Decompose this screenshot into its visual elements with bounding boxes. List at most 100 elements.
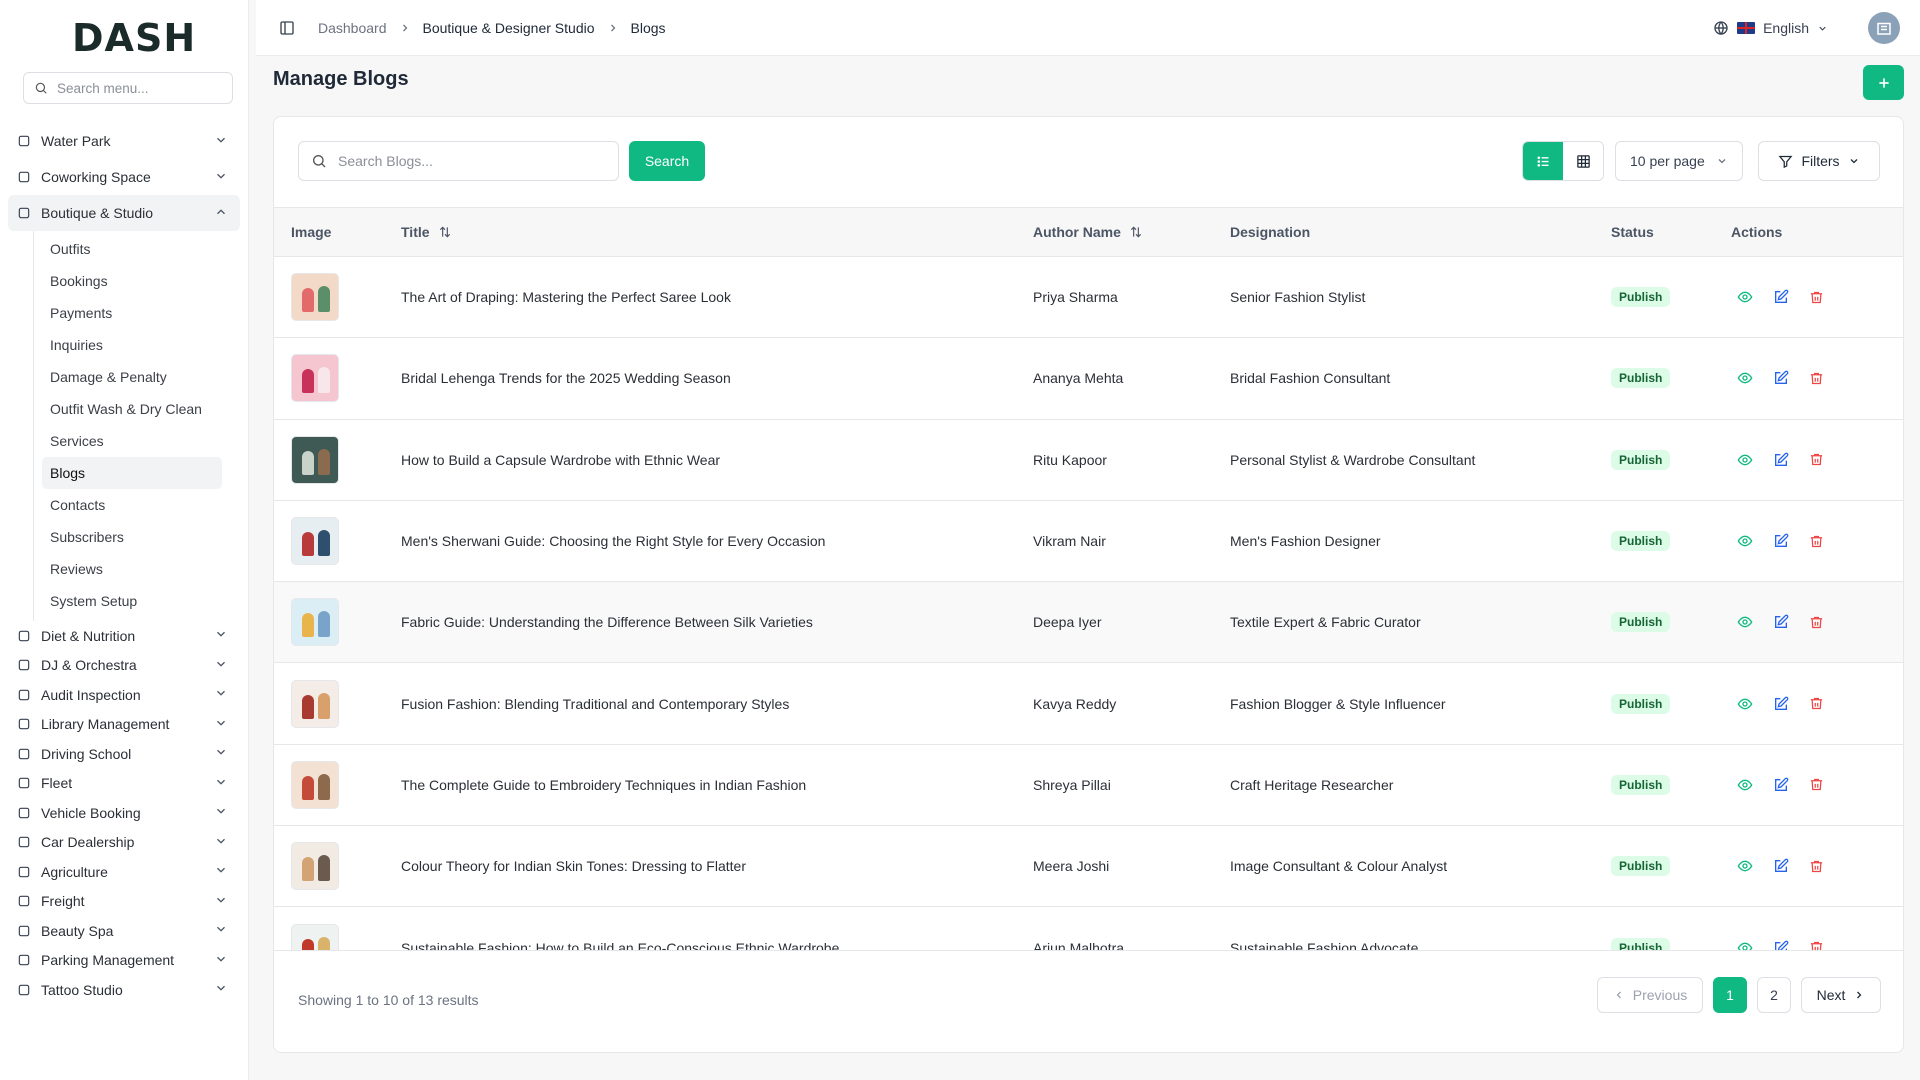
submenu-item-blogs[interactable]: Blogs: [42, 457, 222, 489]
title-cell[interactable]: Sustainable Fashion: How to Build an Eco…: [401, 907, 839, 950]
sidebar-item-vehicle-booking[interactable]: Vehicle Booking: [8, 798, 240, 828]
view-icon[interactable]: [1736, 533, 1753, 550]
sidebar-item-fleet[interactable]: Fleet: [8, 769, 240, 799]
delete-icon[interactable]: [1808, 451, 1825, 468]
grid-view-button[interactable]: [1563, 142, 1603, 180]
edit-icon[interactable]: [1772, 858, 1789, 875]
submenu-item-outfit-wash-dry-clean[interactable]: Outfit Wash & Dry Clean: [42, 393, 222, 425]
next-page-button[interactable]: Next: [1801, 977, 1881, 1013]
title-cell[interactable]: The Art of Draping: Mastering the Perfec…: [401, 257, 731, 337]
breadcrumb-dashboard[interactable]: Dashboard: [318, 20, 387, 36]
filters-button[interactable]: Filters: [1758, 141, 1880, 181]
title-cell[interactable]: Bridal Lehenga Trends for the 2025 Weddi…: [401, 338, 731, 418]
sidebar-item-library-management[interactable]: Library Management: [8, 710, 240, 740]
view-icon[interactable]: [1736, 451, 1753, 468]
table-row[interactable]: The Art of Draping: Mastering the Perfec…: [274, 257, 1903, 339]
view-icon[interactable]: [1736, 289, 1753, 306]
view-icon[interactable]: [1736, 614, 1753, 631]
language-selector[interactable]: English: [1713, 20, 1828, 36]
search-button[interactable]: Search: [629, 141, 705, 181]
sidebar-item-water-park[interactable]: Water Park: [8, 123, 240, 159]
page-2-button[interactable]: 2: [1757, 977, 1791, 1013]
sidebar-item-beauty-spa[interactable]: Beauty Spa: [8, 916, 240, 946]
column-author[interactable]: Author Name: [1033, 224, 1143, 240]
table-row[interactable]: Sustainable Fashion: How to Build an Eco…: [274, 907, 1903, 950]
page-1-button[interactable]: 1: [1713, 977, 1747, 1013]
submenu-item-bookings[interactable]: Bookings: [42, 265, 222, 297]
app-logo[interactable]: DASH: [72, 16, 196, 60]
user-avatar[interactable]: [1868, 12, 1900, 44]
sidebar-item-diet-nutrition[interactable]: Diet & Nutrition: [8, 621, 240, 651]
sidebar-item-driving-school[interactable]: Driving School: [8, 739, 240, 769]
edit-icon[interactable]: [1772, 695, 1789, 712]
title-cell[interactable]: Colour Theory for Indian Skin Tones: Dre…: [401, 826, 746, 906]
submenu-item-subscribers[interactable]: Subscribers: [42, 521, 222, 553]
submenu-item-outfits[interactable]: Outfits: [42, 233, 222, 265]
sort-icon[interactable]: [438, 225, 452, 239]
view-icon[interactable]: [1736, 370, 1753, 387]
delete-icon[interactable]: [1808, 533, 1825, 550]
sidebar-item-audit-inspection[interactable]: Audit Inspection: [8, 680, 240, 710]
add-blog-button[interactable]: [1863, 65, 1904, 100]
sidebar-item-coworking-space[interactable]: Coworking Space: [8, 159, 240, 195]
delete-icon[interactable]: [1808, 776, 1825, 793]
edit-icon[interactable]: [1772, 939, 1789, 950]
blog-thumbnail: [291, 923, 339, 950]
delete-icon[interactable]: [1808, 858, 1825, 875]
table-row[interactable]: Colour Theory for Indian Skin Tones: Dre…: [274, 826, 1903, 908]
delete-icon[interactable]: [1808, 370, 1825, 387]
table-row[interactable]: Fabric Guide: Understanding the Differen…: [274, 582, 1903, 664]
actions-cell: [1736, 501, 1825, 581]
submenu-item-services[interactable]: Services: [42, 425, 222, 457]
per-page-select[interactable]: 10 per page: [1615, 141, 1743, 181]
view-icon[interactable]: [1736, 858, 1753, 875]
view-icon[interactable]: [1736, 695, 1753, 712]
table-row[interactable]: Men's Sherwani Guide: Choosing the Right…: [274, 501, 1903, 583]
sidebar-toggle-button[interactable]: [276, 17, 298, 39]
edit-icon[interactable]: [1772, 451, 1789, 468]
edit-icon[interactable]: [1772, 370, 1789, 387]
submenu-item-contacts[interactable]: Contacts: [42, 489, 222, 521]
table-row[interactable]: The Complete Guide to Embroidery Techniq…: [274, 745, 1903, 827]
table-row[interactable]: Bridal Lehenga Trends for the 2025 Weddi…: [274, 338, 1903, 420]
sidebar-item-boutique-studio[interactable]: Boutique & Studio: [8, 195, 240, 231]
title-cell[interactable]: Fabric Guide: Understanding the Differen…: [401, 582, 813, 662]
sidebar-item-freight[interactable]: Freight: [8, 887, 240, 917]
edit-icon[interactable]: [1772, 776, 1789, 793]
edit-icon[interactable]: [1772, 289, 1789, 306]
edit-icon[interactable]: [1772, 533, 1789, 550]
table-row[interactable]: Fusion Fashion: Blending Traditional and…: [274, 663, 1903, 745]
chevron-down-icon: [214, 981, 228, 998]
submenu-item-payments[interactable]: Payments: [42, 297, 222, 329]
sort-icon[interactable]: [1129, 225, 1143, 239]
title-cell[interactable]: Men's Sherwani Guide: Choosing the Right…: [401, 501, 825, 581]
chevron-down-icon: [1718, 159, 1726, 164]
view-icon[interactable]: [1736, 776, 1753, 793]
menu-search-input[interactable]: Search menu...: [23, 72, 233, 104]
submenu-item-reviews[interactable]: Reviews: [42, 553, 222, 585]
edit-icon[interactable]: [1772, 614, 1789, 631]
delete-icon[interactable]: [1808, 614, 1825, 631]
delete-icon[interactable]: [1808, 939, 1825, 950]
table-row[interactable]: How to Build a Capsule Wardrobe with Eth…: [274, 420, 1903, 501]
title-cell[interactable]: Fusion Fashion: Blending Traditional and…: [401, 663, 789, 743]
sidebar-item-parking-management[interactable]: Parking Management: [8, 946, 240, 976]
sidebar-item-agriculture[interactable]: Agriculture: [8, 857, 240, 887]
sidebar-item-tattoo-studio[interactable]: Tattoo Studio: [8, 975, 240, 1005]
title-cell[interactable]: The Complete Guide to Embroidery Techniq…: [401, 745, 806, 825]
submenu-item-inquiries[interactable]: Inquiries: [42, 329, 222, 361]
title-cell[interactable]: How to Build a Capsule Wardrobe with Eth…: [401, 420, 720, 500]
list-view-button[interactable]: [1523, 142, 1563, 180]
wifi-icon: [16, 169, 32, 185]
delete-icon[interactable]: [1808, 289, 1825, 306]
previous-page-button[interactable]: Previous: [1597, 977, 1703, 1013]
submenu-item-system-setup[interactable]: System Setup: [42, 585, 222, 617]
breadcrumb-studio[interactable]: Boutique & Designer Studio: [423, 20, 595, 36]
delete-icon[interactable]: [1808, 695, 1825, 712]
column-title[interactable]: Title: [401, 224, 452, 240]
submenu-item-damage-penalty[interactable]: Damage & Penalty: [42, 361, 222, 393]
blog-search-input[interactable]: Search Blogs...: [298, 141, 619, 181]
sidebar-item-car-dealership[interactable]: Car Dealership: [8, 828, 240, 858]
view-icon[interactable]: [1736, 939, 1753, 950]
sidebar-item-dj-orchestra[interactable]: DJ & Orchestra: [8, 651, 240, 681]
